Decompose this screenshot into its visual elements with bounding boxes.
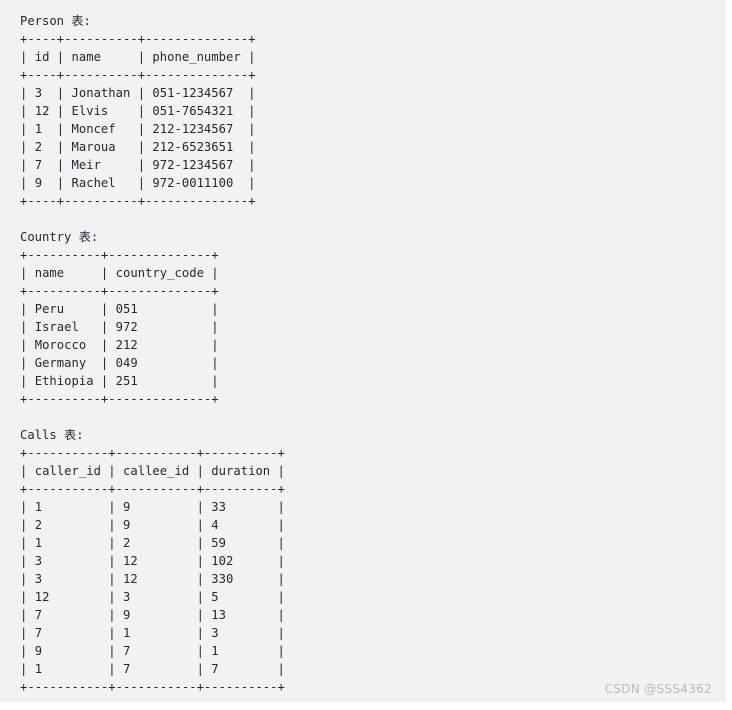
table-section-person: Person 表: +----+----------+--------------… [20,12,726,210]
table-section-country: Country 表: +----------+--------------+ | … [20,228,726,408]
ascii-table: +----+----------+--------------+ | id | … [20,32,256,208]
section-title: Country 表: [20,230,99,244]
ascii-table-sections: Person 表: +----+----------+--------------… [20,12,726,696]
code-content: Person 表: +----+----------+--------------… [20,12,726,702]
ascii-table: +----------+--------------+ | name | cou… [20,248,219,406]
ascii-table: +-----------+-----------+----------+ | c… [20,446,285,694]
watermark: CSDN @SSS4362 [604,682,712,696]
section-title: Person 表: [20,14,91,28]
table-section-calls: Calls 表: +-----------+-----------+-------… [20,426,726,696]
code-block: Person 表: +----+----------+--------------… [0,0,726,702]
section-title: Calls 表: [20,428,84,442]
